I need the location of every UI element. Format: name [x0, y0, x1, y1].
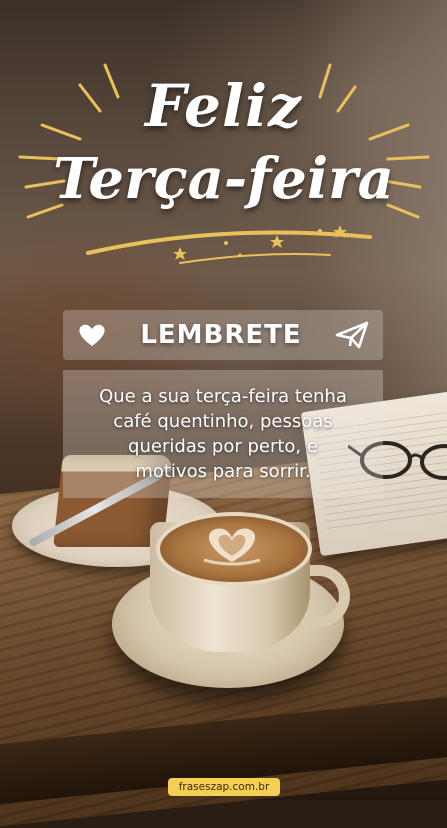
message-box: Que a sua terça-feira tenha café quentin…: [63, 370, 383, 498]
reminder-banner: LEMBRETE: [63, 310, 383, 360]
banner-label: LEMBRETE: [140, 320, 302, 350]
title-line-1: Feliz: [145, 72, 302, 140]
site-watermark-link[interactable]: fraseszap.com.br: [168, 778, 280, 796]
message-line-1: Que a sua terça-feira tenha: [99, 386, 347, 407]
latte-heart-art: [203, 528, 261, 566]
message-line-3: queridas por perto, e: [128, 436, 318, 457]
message-line-4: motivos para sorrir.: [135, 461, 311, 482]
paper-plane-icon: [335, 321, 369, 349]
message-line-2: café quentinho, pessoas: [113, 411, 333, 432]
message-text: Que a sua terça-feira tenha café quentin…: [99, 384, 347, 484]
heart-icon: [79, 324, 105, 346]
title-line-2: Terça-feira: [53, 146, 394, 212]
